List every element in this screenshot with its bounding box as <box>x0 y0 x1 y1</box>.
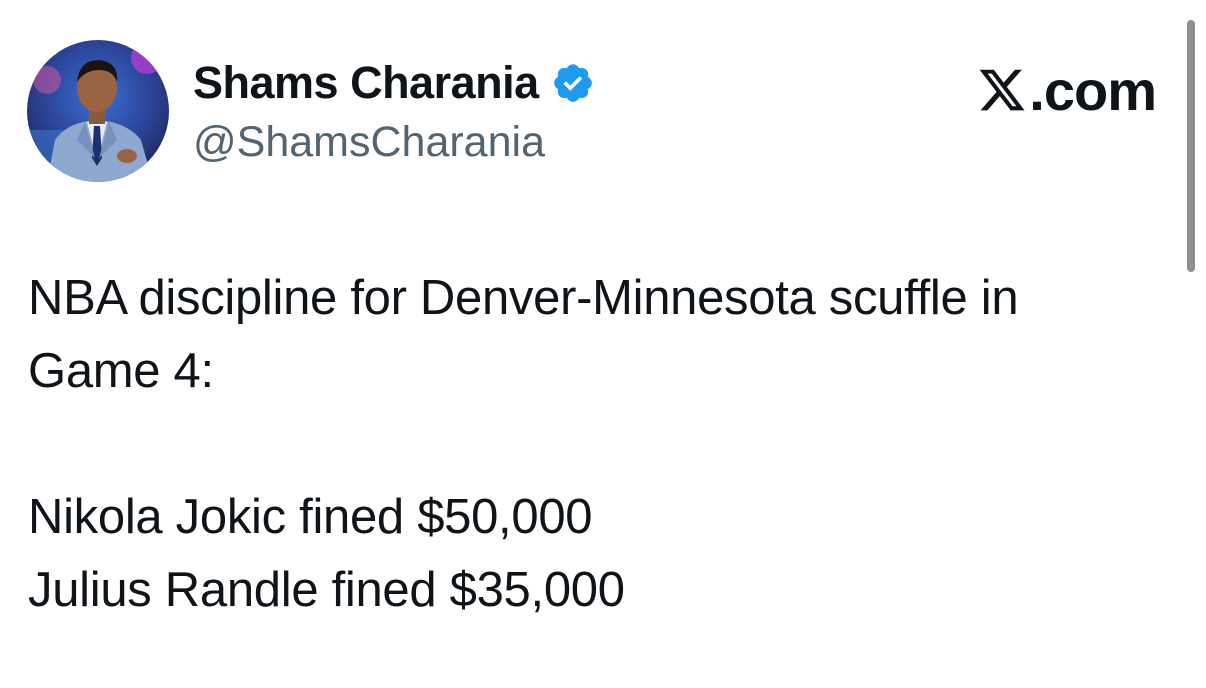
tweet-text-line: Nikola Jokic fined $50,000 <box>28 490 593 544</box>
tweet-body: NBA discipline for Denver-Minnesota scuf… <box>28 262 1178 627</box>
scrollbar-thumb[interactable] <box>1187 20 1195 272</box>
verified-badge-icon <box>551 61 595 105</box>
tweet-text-line: NBA discipline for Denver-Minnesota scuf… <box>28 271 1019 325</box>
author-name-row: Shams Charania <box>193 56 595 110</box>
x-logo-icon <box>977 65 1027 115</box>
brand-watermark: .com <box>977 58 1157 122</box>
tweet-card: Shams Charania @ShamsCharania .com NBA d… <box>0 0 1206 688</box>
author-display-name[interactable]: Shams Charania <box>193 57 539 109</box>
author-handle[interactable]: @ShamsCharania <box>193 118 545 167</box>
author-avatar[interactable] <box>27 40 169 182</box>
tweet-text-line: Game 4: <box>28 344 214 398</box>
avatar-photo <box>27 40 169 182</box>
brand-domain-text: .com <box>1029 58 1157 122</box>
tweet-text-line: Julius Randle fined $35,000 <box>28 563 625 617</box>
